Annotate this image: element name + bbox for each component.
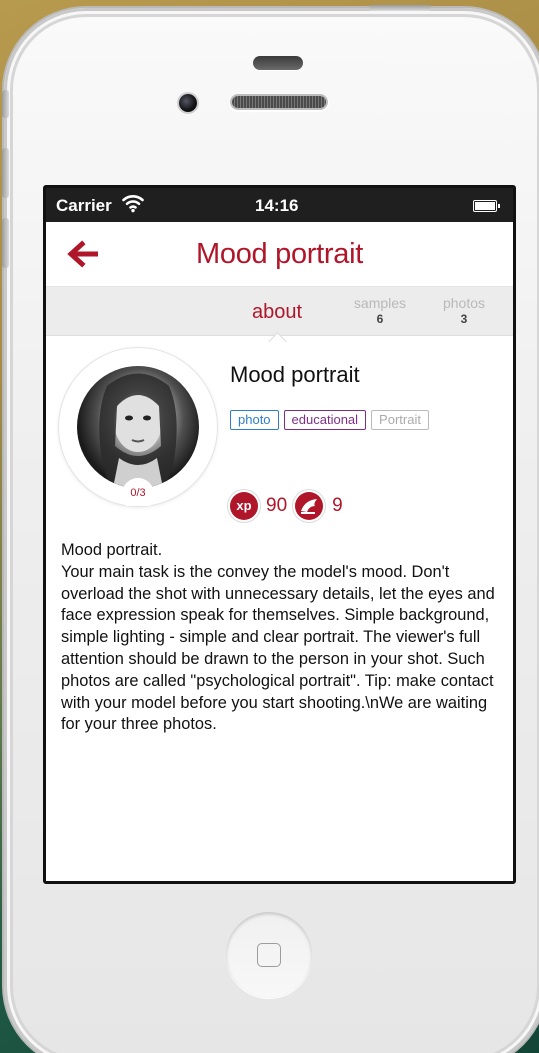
xp-value: 90 xyxy=(266,495,288,516)
page-title: Mood portrait xyxy=(196,238,363,270)
task-description: Mood portrait. Your main task is the con… xyxy=(61,540,506,736)
task-description-text: Mood portrait. Your main task is the con… xyxy=(61,541,495,734)
clock: 14:16 xyxy=(255,196,299,215)
top-speaker xyxy=(253,56,303,70)
tab-photos-label: photos xyxy=(442,295,486,311)
carrier-label: Carrier xyxy=(56,196,112,215)
tag-portrait[interactable]: Portrait xyxy=(371,410,429,430)
volume-down-button xyxy=(2,218,9,268)
battery-icon xyxy=(473,200,500,212)
volume-up-button xyxy=(2,148,9,198)
photo-progress: 0/3 xyxy=(122,478,154,506)
app-screen: Carrier 14:16 Mood portrait about sample… xyxy=(43,185,516,884)
task-title: Mood portrait xyxy=(230,362,360,387)
xp-badge-icon: xp xyxy=(230,492,258,520)
tag-photo[interactable]: photo xyxy=(230,410,279,430)
wifi-icon xyxy=(122,193,144,218)
home-button[interactable] xyxy=(226,912,312,998)
reward-stats: xp 90 9 xyxy=(230,492,343,520)
power-button xyxy=(369,5,431,11)
tag-educational[interactable]: educational xyxy=(283,410,367,430)
tab-photos-count: 3 xyxy=(460,312,468,326)
tab-samples-label: samples xyxy=(353,295,407,311)
tab-about[interactable]: about xyxy=(236,301,318,351)
tab-samples-count: 6 xyxy=(376,312,384,326)
tab-samples[interactable]: samples 6 xyxy=(344,296,416,326)
front-camera xyxy=(179,94,197,112)
tab-photos[interactable]: photos 3 xyxy=(434,296,494,326)
portrait-photo xyxy=(77,366,199,488)
task-details: 0/3 Mood portrait photo educational Port… xyxy=(46,336,513,876)
segmented-tabs: about samples 6 photos 3 xyxy=(46,287,513,351)
mute-switch xyxy=(2,90,9,118)
tab-about-label: about xyxy=(251,301,303,323)
home-square-icon xyxy=(257,943,281,967)
points-value: 9 xyxy=(332,495,343,516)
status-bar: Carrier 14:16 xyxy=(46,188,513,222)
earpiece-speaker xyxy=(232,96,326,108)
tag-list: photo educational Portrait xyxy=(230,410,429,430)
points-badge-icon xyxy=(295,492,324,520)
task-avatar: 0/3 xyxy=(59,348,217,506)
navigation-bar: Mood portrait xyxy=(46,222,513,287)
